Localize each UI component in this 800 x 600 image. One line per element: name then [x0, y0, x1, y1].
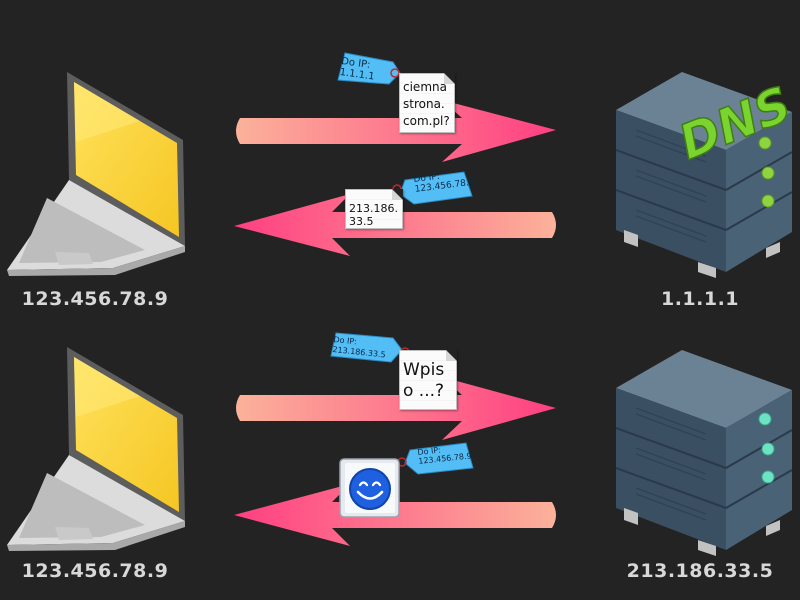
smiley-icon — [339, 458, 400, 518]
request-tag-1: Do IP: 1.1.1.1 — [338, 56, 376, 83]
request-document-1-text: ciemna strona. com.pl? — [403, 80, 450, 128]
response-document-1-text: 213.186. 33.5 — [349, 202, 398, 228]
request-document-2: Wpis o ...? — [399, 350, 457, 410]
laptop-client-1 — [7, 72, 185, 276]
client-ip-label-1: 123.456.78.9 — [21, 288, 169, 310]
request-arrow-1 — [236, 100, 556, 162]
server-ip-label-2: 213.186.33.5 — [626, 560, 774, 582]
client-ip-label-2: 123.456.78.9 — [21, 560, 169, 582]
laptop-client-2 — [7, 347, 185, 551]
response-document-1: 213.186. 33.5 — [345, 189, 403, 229]
request-arrow-2 — [236, 377, 556, 440]
request-document-1: ciemna strona. com.pl? — [399, 73, 455, 133]
dns-server: DNS — [615, 71, 799, 279]
server-ip-label-1: 1.1.1.1 — [660, 288, 740, 310]
request-document-2-text: Wpis o ...? — [403, 360, 445, 401]
web-server — [615, 349, 793, 557]
